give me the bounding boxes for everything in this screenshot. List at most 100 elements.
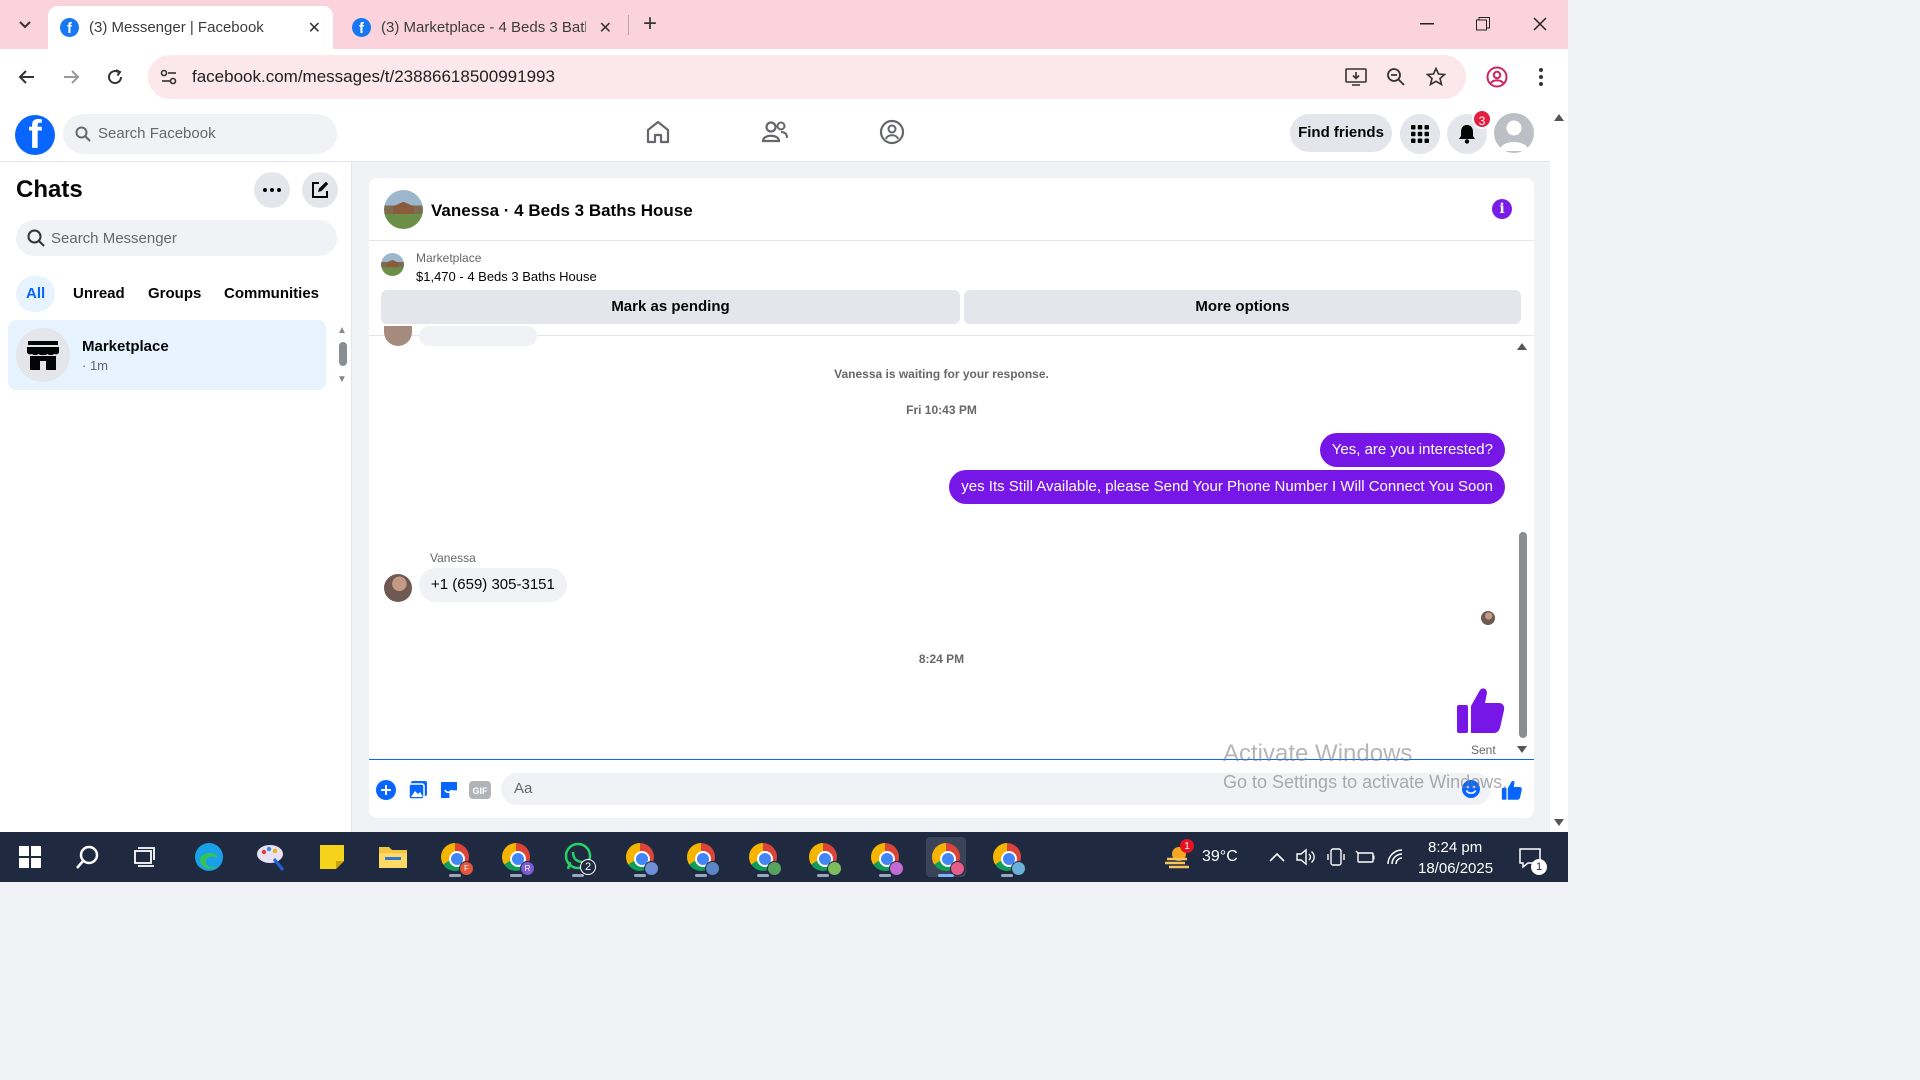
sidebar-scrollbar-thumb[interactable] xyxy=(339,342,347,366)
taskbar-chrome-profile-6[interactable] xyxy=(803,837,843,877)
filter-groups[interactable]: Groups xyxy=(148,276,201,312)
listing-thumbnail[interactable] xyxy=(381,253,404,276)
taskbar-chrome-active[interactable] xyxy=(926,837,966,877)
clock-date[interactable]: 18/06/2025 xyxy=(1418,860,1493,877)
profile-badge xyxy=(705,861,720,876)
mark-as-pending-button[interactable]: Mark as pending xyxy=(381,290,960,324)
zoom-icon[interactable] xyxy=(1385,66,1407,88)
listing-avatar[interactable] xyxy=(384,190,423,229)
tab-marketplace[interactable]: f (3) Marketplace - 4 Beds 3 Bath ✕ xyxy=(340,6,624,49)
taskbar-chrome-profile-8[interactable] xyxy=(987,837,1027,877)
close-tab-icon[interactable]: ✕ xyxy=(308,18,321,38)
default-avatar-icon xyxy=(1499,120,1529,151)
incoming-message[interactable]: +1 (659) 305-3151 xyxy=(419,568,567,602)
taskbar-paint[interactable] xyxy=(251,837,291,877)
attach-photo-icon[interactable] xyxy=(407,779,429,801)
clock-time[interactable]: 8:24 pm xyxy=(1428,839,1482,856)
tab-separator xyxy=(628,15,629,35)
taskbar-chrome-profile-1[interactable]: F xyxy=(435,837,475,877)
sender-avatar[interactable] xyxy=(384,574,412,602)
whatsapp-unread-badge: 2 xyxy=(580,859,596,875)
sidebar-scroll-down-icon[interactable]: ▼ xyxy=(337,374,347,385)
filter-communities[interactable]: Communities xyxy=(224,276,319,312)
chat-options-button[interactable] xyxy=(254,172,290,208)
outgoing-message[interactable]: Yes, are you interested? xyxy=(1319,433,1505,467)
filter-all[interactable]: All xyxy=(16,276,56,312)
task-view-button[interactable] xyxy=(126,837,166,877)
sticker-icon[interactable] xyxy=(438,779,460,801)
taskbar-search-button[interactable] xyxy=(68,837,108,877)
facebook-search-input[interactable]: Search Facebook xyxy=(63,114,337,154)
friends-nav-button[interactable] xyxy=(760,117,790,147)
windows-taskbar: F R 2 1 39°C 8:24 pm 18/06/2025 1 xyxy=(0,832,1568,882)
taskbar-chrome-profile-2[interactable]: R xyxy=(496,837,536,877)
listing-title[interactable]: $1,470 - 4 Beds 3 Baths House xyxy=(416,269,597,284)
messenger-search-input[interactable]: Search Messenger xyxy=(16,220,337,256)
bookmark-star-icon[interactable] xyxy=(1425,66,1447,88)
thread-scrollbar-thumb[interactable] xyxy=(1519,532,1527,738)
scroll-up-arrow-icon[interactable] xyxy=(1517,342,1527,350)
profile-badge xyxy=(950,861,965,876)
outgoing-message[interactable]: yes Its Still Available, please Send You… xyxy=(949,470,1505,504)
chat-list-item[interactable]: Marketplace · 1m xyxy=(8,320,326,390)
taskbar-chrome-profile-5[interactable] xyxy=(743,837,783,877)
minimize-button[interactable] xyxy=(1407,10,1447,38)
start-button[interactable] xyxy=(10,837,50,877)
sidebar-scroll-up-icon[interactable]: ▲ xyxy=(337,325,347,336)
install-app-icon[interactable] xyxy=(1345,66,1367,88)
account-avatar[interactable] xyxy=(1494,113,1534,153)
site-info-icon[interactable] xyxy=(158,66,180,88)
new-message-button[interactable] xyxy=(302,172,338,208)
taskbar-edge[interactable] xyxy=(189,837,229,877)
url-text[interactable]: facebook.com/messages/t/2388661850099199… xyxy=(192,67,555,87)
running-indicator xyxy=(757,874,769,877)
address-bar[interactable]: facebook.com/messages/t/2388661850099199… xyxy=(148,55,1466,99)
taskbar-whatsapp[interactable]: 2 xyxy=(558,837,598,877)
large-thumbs-up-icon[interactable] xyxy=(1455,684,1507,736)
wifi-icon[interactable] xyxy=(1386,847,1406,867)
phone-link-icon[interactable] xyxy=(1326,847,1346,867)
find-friends-button[interactable]: Find friends xyxy=(1290,114,1392,152)
close-window-button[interactable] xyxy=(1520,10,1560,38)
conversation-title[interactable]: Vanessa · 4 Beds 3 Baths House xyxy=(431,201,693,221)
restore-button[interactable] xyxy=(1463,10,1503,38)
profile-button[interactable] xyxy=(1483,63,1511,91)
show-hidden-icons-chevron-up-icon[interactable] xyxy=(1267,847,1287,867)
taskbar-chrome-profile-4[interactable] xyxy=(681,837,721,877)
tab-messenger[interactable]: f (3) Messenger | Facebook ✕ xyxy=(48,6,333,49)
search-icon xyxy=(76,845,99,869)
close-tab-icon[interactable]: ✕ xyxy=(599,18,612,38)
tab-search-button[interactable] xyxy=(10,10,40,40)
weather-widget[interactable]: 1 xyxy=(1158,837,1198,877)
home-nav-button[interactable] xyxy=(643,117,673,147)
filter-unread[interactable]: Unread xyxy=(73,276,125,312)
menu-button[interactable] xyxy=(1400,114,1440,154)
taskbar-chrome-profile-3[interactable] xyxy=(620,837,660,877)
facebook-logo[interactable]: f xyxy=(15,115,55,155)
more-options-button[interactable]: More options xyxy=(964,290,1521,324)
scroll-down-arrow-icon[interactable] xyxy=(1554,819,1564,827)
battery-charging-icon[interactable] xyxy=(1355,847,1375,867)
running-indicator xyxy=(449,874,461,877)
info-icon[interactable]: i xyxy=(1492,199,1512,219)
back-button[interactable] xyxy=(13,63,41,91)
taskbar-file-explorer[interactable] xyxy=(373,837,413,877)
new-tab-button[interactable]: + xyxy=(638,10,662,38)
activate-windows-title: Activate Windows xyxy=(1223,740,1413,767)
groups-nav-button[interactable] xyxy=(877,117,907,147)
reload-button[interactable] xyxy=(101,63,129,91)
taskbar-sticky-notes[interactable] xyxy=(312,837,352,877)
more-actions-plus-icon[interactable] xyxy=(375,779,397,801)
browser-menu-button[interactable] xyxy=(1527,63,1555,91)
forward-button[interactable] xyxy=(57,63,85,91)
scroll-up-arrow-icon[interactable] xyxy=(1554,113,1564,121)
notification-center-icon[interactable]: 1 xyxy=(1517,845,1547,875)
running-indicator xyxy=(817,874,829,877)
reload-icon xyxy=(108,69,123,85)
scroll-down-arrow-icon[interactable] xyxy=(1517,746,1527,754)
temperature[interactable]: 39°C xyxy=(1202,848,1238,866)
page-scrollbar[interactable] xyxy=(1550,105,1568,832)
volume-icon[interactable] xyxy=(1296,847,1316,867)
taskbar-chrome-profile-7[interactable] xyxy=(865,837,905,877)
gif-icon[interactable]: GIF xyxy=(469,779,491,801)
